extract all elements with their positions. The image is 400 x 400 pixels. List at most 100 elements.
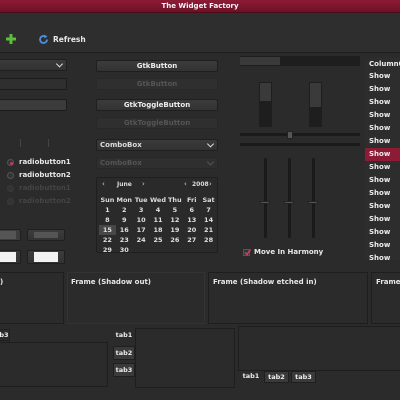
refresh-button[interactable]: Refresh	[38, 33, 88, 46]
combo-box[interactable]: ComboBox	[96, 139, 218, 151]
chevron-down-icon	[206, 140, 215, 148]
tree-row[interactable]: Show	[365, 174, 400, 187]
calendar-day[interactable]: 17	[133, 225, 150, 235]
tree-row[interactable]: Show	[365, 148, 400, 161]
tree-row[interactable]: Show	[365, 252, 400, 260]
tree-row[interactable]: Show	[365, 109, 400, 122]
calendar-day[interactable]: 12	[166, 215, 183, 225]
next-month-icon[interactable]: ›	[142, 180, 145, 188]
radio-button-3-disabled	[7, 185, 14, 192]
tree-row[interactable]: Show	[365, 239, 400, 252]
calendar-day[interactable]: 10	[133, 215, 150, 225]
horizontal-slider-knob[interactable]	[287, 131, 293, 139]
calendar-day[interactable]: 28	[200, 235, 217, 245]
next-year-icon[interactable]: ›	[209, 180, 212, 188]
vertical-scale-3[interactable]	[312, 158, 315, 238]
tree-row[interactable]: Show	[365, 226, 400, 239]
calendar-weekday: Sat	[202, 196, 215, 204]
gtk-button-disabled: GtkButton	[96, 78, 218, 90]
calendar-day[interactable]: 24	[133, 235, 150, 245]
calendar-day[interactable]: 19	[166, 225, 183, 235]
window-title: The Widget Factory	[161, 2, 239, 10]
calendar-weekday: Wed	[149, 196, 166, 204]
scrollbar-thumb-2[interactable]	[310, 83, 321, 107]
calendar-day[interactable]: 30	[116, 245, 133, 255]
tree-row[interactable]: Show	[365, 213, 400, 226]
calendar-day[interactable]: 4	[150, 205, 167, 215]
toggle-button-disabled: GtkToggleButton	[96, 117, 218, 129]
tree-row[interactable]: Show	[365, 83, 400, 96]
combo-box-label: ComboBox	[100, 141, 142, 149]
calendar-day[interactable]: 14	[200, 215, 217, 225]
calendar-day[interactable]: 16	[116, 225, 133, 235]
vertical-scale-2[interactable]	[288, 158, 291, 238]
tree-view[interactable]: Column0 ShowShowShowShowShowShowShowShow…	[365, 58, 400, 260]
horizontal-slider-track-2[interactable]	[240, 143, 360, 146]
tree-column-header[interactable]: Column0	[365, 58, 400, 70]
calendar-day[interactable]: 8	[99, 215, 116, 225]
calendar-day[interactable]: 23	[116, 235, 133, 245]
vertical-scale-1[interactable]	[264, 158, 267, 238]
gtk-button[interactable]: GtkButton	[96, 60, 218, 72]
combo-box-disabled: ComboBox	[96, 157, 218, 169]
calendar-day[interactable]: 21	[200, 225, 217, 235]
calendar-day[interactable]: 5	[166, 205, 183, 215]
horizontal-slider-track[interactable]	[240, 133, 360, 136]
calendar-day[interactable]: 6	[183, 205, 200, 215]
calendar-day[interactable]: 29	[99, 245, 116, 255]
tree-row[interactable]: Show	[365, 135, 400, 148]
add-icon[interactable]	[6, 34, 16, 44]
left-entry[interactable]	[0, 78, 67, 90]
vertical-scale-knob-2[interactable]	[284, 201, 294, 204]
prev-month-icon[interactable]: ‹	[102, 180, 105, 188]
gtk-button-label: GtkButton	[136, 62, 178, 70]
notebook-left-tab-3[interactable]: b3	[0, 329, 10, 341]
tree-row[interactable]: Show	[365, 70, 400, 83]
calendar-day[interactable]: 3	[133, 205, 150, 215]
move-in-harmony-checkbox[interactable]	[243, 249, 251, 256]
tree-row[interactable]: Show	[365, 122, 400, 135]
calendar-day[interactable]: 20	[183, 225, 200, 235]
vertical-scale-knob-1[interactable]	[260, 201, 270, 204]
tree-row[interactable]: Show	[365, 200, 400, 213]
prev-year-icon[interactable]: ‹	[184, 180, 187, 188]
horizontal-scrollbar-thumb[interactable]	[240, 57, 280, 65]
left-combo[interactable]	[0, 59, 67, 71]
calendar-day[interactable]: 18	[150, 225, 167, 235]
calendar-day[interactable]: 22	[99, 235, 116, 245]
calendar-year: 2008	[192, 181, 209, 188]
notebook-bottom-tab-1[interactable]: tab1	[240, 371, 262, 383]
calendar-day	[150, 245, 167, 255]
tree-row[interactable]: Show	[365, 187, 400, 200]
radio-label-1: radiobutton1	[19, 158, 71, 166]
chevron-down-icon	[55, 60, 64, 68]
calendar-day	[200, 245, 217, 255]
radio-button-1[interactable]	[7, 159, 14, 166]
calendar-day[interactable]: 26	[166, 235, 183, 245]
notebook-bottom-tab-3[interactable]: tab3	[291, 371, 316, 383]
left-entry-2[interactable]	[0, 99, 67, 111]
tree-row[interactable]: Show	[365, 161, 400, 174]
calendar-day[interactable]: 11	[150, 215, 167, 225]
frame-shadow-etched-out-label: Frame	[376, 278, 400, 286]
calendar-day[interactable]: 27	[183, 235, 200, 245]
calendar-day[interactable]: 2	[116, 205, 133, 215]
scrollbar-thumb-1[interactable]	[260, 83, 271, 101]
notebook-vertical-tab-1[interactable]: tab1	[113, 329, 135, 343]
calendar-day[interactable]: 15	[99, 225, 116, 235]
calendar-day[interactable]: 1	[99, 205, 116, 215]
calendar-day[interactable]: 13	[183, 215, 200, 225]
notebook-bottom-tab-2[interactable]: tab2	[264, 371, 289, 383]
vertical-scale-knob-3[interactable]	[308, 201, 318, 204]
calendar-day[interactable]: 9	[116, 215, 133, 225]
notebook-vertical-tab-2[interactable]: tab2	[113, 346, 135, 360]
calendar-day[interactable]: 7	[200, 205, 217, 215]
chevron-down-icon	[206, 158, 215, 166]
left-spin-separator-2	[48, 139, 49, 147]
radio-button-2[interactable]	[7, 172, 14, 179]
calendar[interactable]: ‹ June › ‹ 2008 › Sun Mon Tue Wed Thu Fri Sat 1…	[96, 177, 218, 255]
toggle-button[interactable]: GtkToggleButton	[96, 99, 218, 111]
tree-row[interactable]: Show	[365, 96, 400, 109]
calendar-day[interactable]: 25	[150, 235, 167, 245]
notebook-vertical-tab-3[interactable]: tab3	[113, 363, 135, 377]
